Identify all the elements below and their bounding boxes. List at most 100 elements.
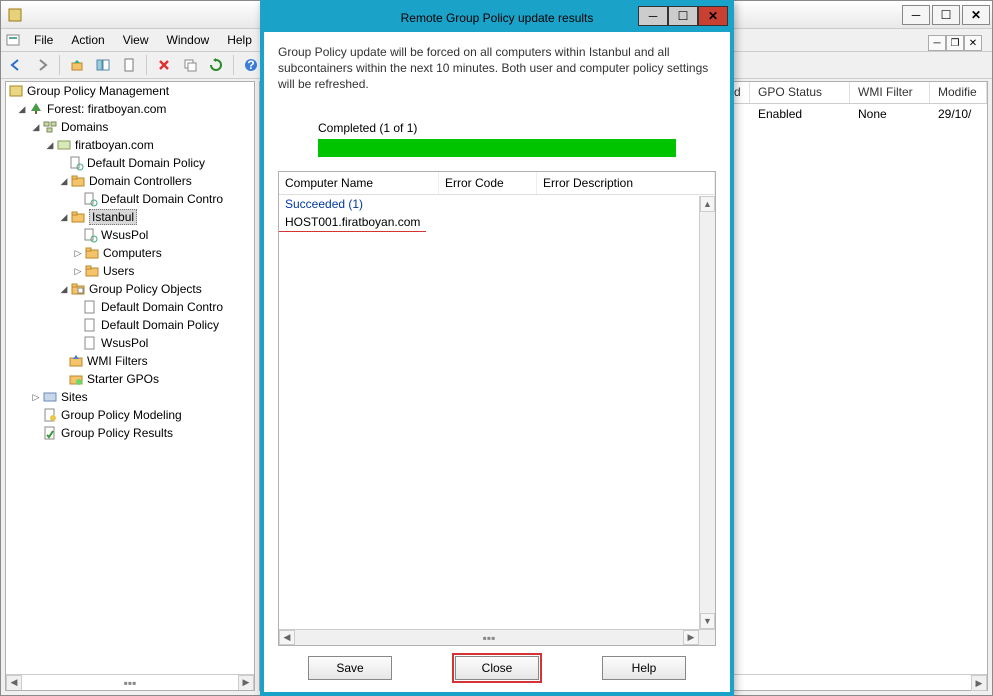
refresh-button[interactable]: [205, 54, 227, 76]
tree-default-dc-policy[interactable]: Default Domain Contro: [6, 190, 254, 208]
link-gpo-icon: [82, 191, 98, 207]
expander-icon[interactable]: ▷: [30, 392, 42, 403]
save-button[interactable]: Save: [308, 656, 392, 680]
child-close-button[interactable]: ✕: [964, 35, 982, 51]
svg-text:?: ?: [247, 58, 254, 72]
expander-icon[interactable]: ◢: [16, 104, 28, 115]
show-hide-tree-button[interactable]: [92, 54, 114, 76]
col-wmi-filter[interactable]: WMI Filter: [850, 82, 930, 103]
tree-domains[interactable]: ◢Domains: [6, 118, 254, 136]
gpupdate-results-dialog: Remote Group Policy update results ─ ☐ ✕…: [260, 0, 734, 696]
list-vscroll[interactable]: ▲ ▼: [699, 196, 715, 629]
dialog-description: Group Policy update will be forced on al…: [278, 44, 716, 93]
expander-icon[interactable]: ◢: [44, 140, 56, 151]
group-succeeded[interactable]: Succeeded (1): [279, 195, 715, 213]
close-button[interactable]: ✕: [962, 5, 990, 25]
separator: [59, 55, 60, 75]
col-gpo-status[interactable]: GPO Status: [750, 82, 850, 103]
tree-pane[interactable]: Group Policy Management ◢Forest: firatbo…: [5, 81, 255, 691]
copy-button[interactable]: [179, 54, 201, 76]
link-gpo-icon: [82, 227, 98, 243]
scroll-left-icon[interactable]: ◀: [6, 675, 22, 691]
gpo-icon: [82, 317, 98, 333]
menu-window[interactable]: Window: [159, 31, 218, 49]
gpm-icon: [8, 83, 24, 99]
col-computer-name[interactable]: Computer Name: [279, 172, 439, 194]
tree-gpo-ddp[interactable]: Default Domain Policy: [6, 316, 254, 334]
modeling-icon: [42, 407, 58, 423]
tree-users[interactable]: ▷Users: [6, 262, 254, 280]
col-error-description[interactable]: Error Description: [537, 172, 715, 194]
tree-starter-gpos[interactable]: Starter GPOs: [6, 370, 254, 388]
separator: [146, 55, 147, 75]
menu-action[interactable]: Action: [63, 31, 112, 49]
expander-icon[interactable]: ◢: [58, 212, 70, 223]
help-button[interactable]: Help: [602, 656, 686, 680]
delete-button[interactable]: [153, 54, 175, 76]
tree-gpo-container[interactable]: ◢Group Policy Objects: [6, 280, 254, 298]
tree-gpo-ddc[interactable]: Default Domain Contro: [6, 298, 254, 316]
wmi-icon: [68, 353, 84, 369]
completed-label: Completed (1 of 1): [318, 121, 716, 135]
results-icon: [42, 425, 58, 441]
child-minimize-button[interactable]: ─: [928, 35, 946, 51]
col-modified[interactable]: Modifie: [930, 82, 987, 103]
help-button[interactable]: ?: [240, 54, 262, 76]
tree-gp-modeling[interactable]: Group Policy Modeling: [6, 406, 254, 424]
separator: [233, 55, 234, 75]
expander-icon[interactable]: ◢: [30, 122, 42, 133]
dialog-maximize-button[interactable]: ☐: [668, 6, 698, 26]
expander-icon[interactable]: ▷: [72, 248, 84, 259]
dialog-close-button[interactable]: ✕: [698, 6, 728, 26]
scroll-right-icon[interactable]: ▶: [971, 675, 987, 691]
tree-istanbul[interactable]: ◢Istanbul: [6, 208, 254, 226]
tree-gp-results[interactable]: Group Policy Results: [6, 424, 254, 442]
forest-icon: [28, 101, 44, 117]
back-button[interactable]: [5, 54, 27, 76]
menu-file[interactable]: File: [26, 31, 61, 49]
minimize-button[interactable]: ─: [902, 5, 930, 25]
dialog-minimize-button[interactable]: ─: [638, 6, 668, 26]
child-window-controls: ─ ❐ ✕: [928, 35, 982, 51]
result-item[interactable]: HOST001.firatboyan.com: [279, 213, 426, 232]
tree-root[interactable]: Group Policy Management: [6, 82, 254, 100]
menu-view[interactable]: View: [115, 31, 157, 49]
menu-help[interactable]: Help: [219, 31, 260, 49]
properties-button[interactable]: [118, 54, 140, 76]
expander-icon[interactable]: ▷: [72, 266, 84, 277]
expander-icon[interactable]: ◢: [58, 176, 70, 187]
tree-wmi-filters[interactable]: WMI Filters: [6, 352, 254, 370]
forward-button[interactable]: [31, 54, 53, 76]
tree-computers[interactable]: ▷Computers: [6, 244, 254, 262]
scroll-down-icon[interactable]: ▼: [700, 613, 715, 629]
tree-domain-controllers[interactable]: ◢Domain Controllers: [6, 172, 254, 190]
child-restore-button[interactable]: ❐: [946, 35, 964, 51]
results-list: Computer Name Error Code Error Descripti…: [278, 171, 716, 646]
app-icon: [7, 7, 23, 23]
tree-default-domain-policy[interactable]: Default Domain Policy: [6, 154, 254, 172]
tree-gpo-wsus[interactable]: WsusPol: [6, 334, 254, 352]
close-dialog-button[interactable]: Close: [455, 656, 539, 680]
scroll-left-icon[interactable]: ◀: [279, 630, 295, 645]
ou-icon: [70, 209, 86, 225]
gpo-icon: [82, 299, 98, 315]
link-gpo-icon: [68, 155, 84, 171]
expander-icon[interactable]: ◢: [58, 284, 70, 295]
maximize-button[interactable]: ☐: [932, 5, 960, 25]
tree-sites[interactable]: ▷Sites: [6, 388, 254, 406]
list-hscroll[interactable]: ◀ ▪▪▪ ▶: [279, 629, 715, 645]
scroll-right-icon[interactable]: ▶: [683, 630, 699, 645]
starter-gpo-icon: [68, 371, 84, 387]
tree-hscroll[interactable]: ◀ ▪▪▪ ▶: [6, 674, 254, 690]
scroll-right-icon[interactable]: ▶: [238, 675, 254, 691]
tree-domain[interactable]: ◢firatboyan.com: [6, 136, 254, 154]
up-button[interactable]: [66, 54, 88, 76]
scroll-up-icon[interactable]: ▲: [700, 196, 715, 212]
progress-bar: [318, 139, 676, 157]
tree-wsuspol-link[interactable]: WsusPol: [6, 226, 254, 244]
tree-forest[interactable]: ◢Forest: firatboyan.com: [6, 100, 254, 118]
gpo-folder-icon: [70, 281, 86, 297]
dialog-titlebar[interactable]: Remote Group Policy update results ─ ☐ ✕: [264, 4, 730, 32]
gpo-icon: [82, 335, 98, 351]
col-error-code[interactable]: Error Code: [439, 172, 537, 194]
